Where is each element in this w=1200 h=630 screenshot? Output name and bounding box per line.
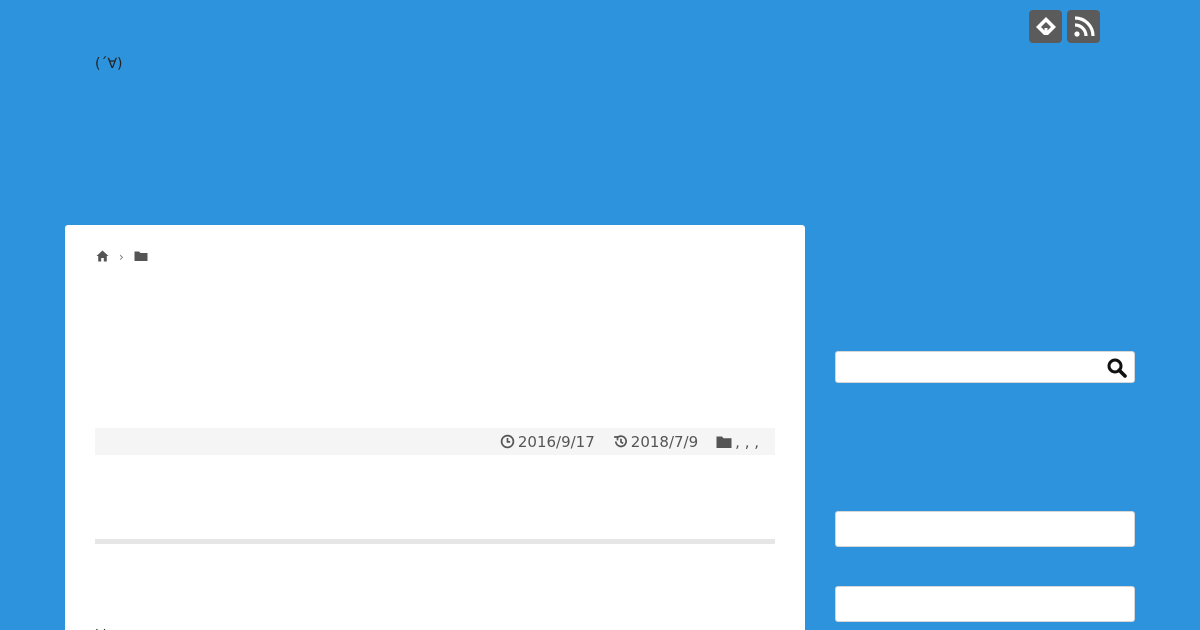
search-button[interactable] [1106,357,1128,379]
folder-icon [134,251,148,261]
header-social-icons [1029,10,1100,43]
rss-icon [1073,15,1095,37]
content-divider [95,539,775,544]
categories-text[interactable]: , , , [735,433,759,451]
sidebar-search-box [835,351,1135,383]
history-icon [613,435,627,448]
chevron-right-icon: › [119,249,124,264]
updated-date-text: 2018/7/9 [630,432,699,451]
page: (´∀) › 2016/9/17 2018/7/9 , , , · · [0,0,1200,630]
main-content-card: › 2016/9/17 2018/7/9 , , , · · [65,225,805,630]
published-date: 2016/9/17 [500,433,595,451]
breadcrumb-category[interactable] [134,247,148,266]
body-partial-text: · · [95,623,107,630]
published-date-text: 2016/9/17 [517,432,595,451]
site-title[interactable]: (´∀) [95,56,123,72]
folder-icon [716,436,732,448]
feedly-button[interactable] [1029,10,1062,43]
updated-date: 2018/7/9 [613,433,698,451]
home-icon [96,250,109,262]
rss-button[interactable] [1067,10,1100,43]
sidebar-widget-field[interactable] [835,586,1135,622]
search-input[interactable] [842,356,1106,380]
sidebar-widget-field[interactable] [835,511,1135,547]
clock-icon [500,434,515,449]
breadcrumb-home[interactable] [96,247,109,266]
breadcrumb: › [96,247,148,266]
post-categories: , , , [716,433,759,451]
search-icon [1107,358,1127,378]
post-meta-bar: 2016/9/17 2018/7/9 , , , [95,428,775,455]
feedly-icon [1035,16,1056,35]
